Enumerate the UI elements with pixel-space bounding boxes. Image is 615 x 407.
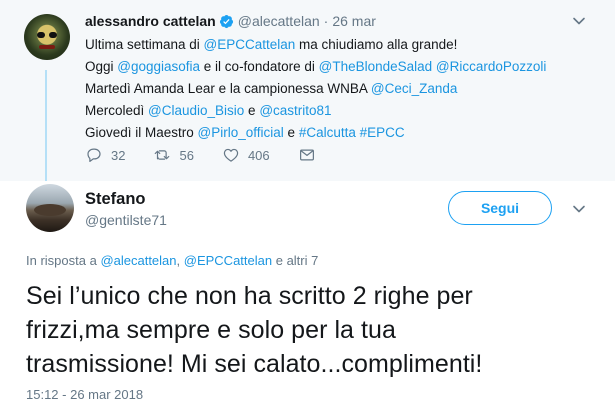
- in-reply-to: In risposta a @alecattelan, @EPCCattelan…: [26, 253, 318, 268]
- hashtag-link[interactable]: #EPCC: [360, 125, 405, 140]
- tweet-timestamp[interactable]: 15:12 - 26 mar 2018: [26, 387, 143, 402]
- reply-tweet-text: Sei l’unico che non ha scritto 2 righe p…: [26, 279, 606, 381]
- thread-connector-line: [45, 70, 47, 181]
- mention-link[interactable]: @EPCCattelan: [204, 37, 296, 52]
- tweet-text-line: frizzi,ma sempre e solo per la tua: [26, 316, 396, 344]
- tweet-text-segment: Martedì Amanda Lear e la campionessa WNB…: [85, 81, 371, 96]
- tweet-text-line: Ultima settimana di @EPCCattelan ma chiu…: [85, 34, 546, 56]
- like-icon: [223, 148, 239, 162]
- tweet-text-line: Giovedì il Maestro @Pirlo_official e #Ca…: [85, 122, 546, 144]
- mention-link[interactable]: @Ceci_Zanda: [371, 81, 458, 96]
- mention-link[interactable]: @Pirlo_official: [198, 125, 284, 140]
- parent-tweet-text: Ultima settimana di @EPCCattelan ma chiu…: [85, 34, 546, 144]
- direct-message-action[interactable]: [298, 146, 324, 164]
- parent-tweet[interactable]: alessandro cattelan @alecattelan · 26 ma…: [0, 0, 615, 181]
- tweet-time[interactable]: 26 mar: [332, 12, 376, 30]
- verified-badge-icon: [219, 14, 233, 28]
- tweet-text-line: trasmissione! Mi sei calato...compliment…: [26, 350, 483, 378]
- mention-link[interactable]: @EPCCattelan: [184, 253, 272, 268]
- mention-link[interactable]: @castrito81: [259, 103, 331, 118]
- mention-link[interactable]: @goggiasofia: [117, 59, 200, 74]
- parent-tweet-header: alessandro cattelan @alecattelan · 26 ma…: [85, 12, 376, 30]
- tweet-text-segment: e: [283, 125, 299, 140]
- chevron-down-icon[interactable]: [572, 202, 586, 216]
- tweet-text-line: Oggi @goggiasofia e il co-fondatore di @…: [85, 56, 546, 78]
- tweet-actions: 32 56 406: [85, 146, 352, 164]
- tweet-text-line: Martedì Amanda Lear e la campionessa WNB…: [85, 78, 546, 100]
- chevron-down-icon[interactable]: [572, 14, 586, 28]
- tweet-text-segment: Mercoledì: [85, 103, 149, 118]
- mention-link[interactable]: @RiccardoPozzoli: [436, 59, 547, 74]
- reply-to-text: ,: [176, 253, 184, 268]
- retweet-action[interactable]: 56: [153, 146, 194, 164]
- hashtag-link[interactable]: #Calcutta: [299, 125, 356, 140]
- tweet-text-segment: ma chiudiamo alla grande!: [295, 37, 458, 52]
- mention-link[interactable]: @TheBlondeSalad: [319, 59, 433, 74]
- tweet-text-segment: Ultima settimana di: [85, 37, 204, 52]
- reply-to-text: e altri 7: [272, 253, 319, 268]
- tweet-text-segment: e il co-fondatore di: [200, 59, 319, 74]
- tweet-text-segment: e: [244, 103, 260, 118]
- reply-action[interactable]: 32: [85, 146, 125, 164]
- like-count: 406: [247, 147, 270, 163]
- separator-dot: ·: [323, 13, 329, 29]
- reply-icon: [87, 148, 101, 162]
- avatar[interactable]: [26, 184, 74, 232]
- like-action[interactable]: 406: [222, 146, 270, 164]
- avatar[interactable]: [24, 14, 70, 60]
- retweet-count: 56: [179, 147, 194, 163]
- tweet-text-segment: Oggi: [85, 59, 118, 74]
- mention-link[interactable]: @Claudio_Bisio: [148, 103, 244, 118]
- tweet-text-line: Sei l’unico che non ha scritto 2 righe p…: [26, 282, 473, 310]
- mention-link[interactable]: @alecattelan: [100, 253, 176, 268]
- author-name[interactable]: alessandro cattelan: [85, 12, 216, 30]
- reply-count: 32: [111, 147, 126, 163]
- tweet-text-segment: Giovedì il Maestro: [85, 125, 198, 140]
- follow-button[interactable]: Segui: [448, 191, 552, 225]
- tweet-text-line: Mercoledì @Claudio_Bisio e @castrito81: [85, 100, 546, 122]
- author-handle[interactable]: @gentilste71: [85, 212, 167, 228]
- direct-message-icon: [299, 149, 314, 161]
- author-handle[interactable]: @alecattelan: [238, 12, 320, 30]
- author-name[interactable]: Stefano: [85, 190, 146, 209]
- reply-prefix: In risposta a: [26, 253, 101, 268]
- retweet-icon: [155, 150, 170, 160]
